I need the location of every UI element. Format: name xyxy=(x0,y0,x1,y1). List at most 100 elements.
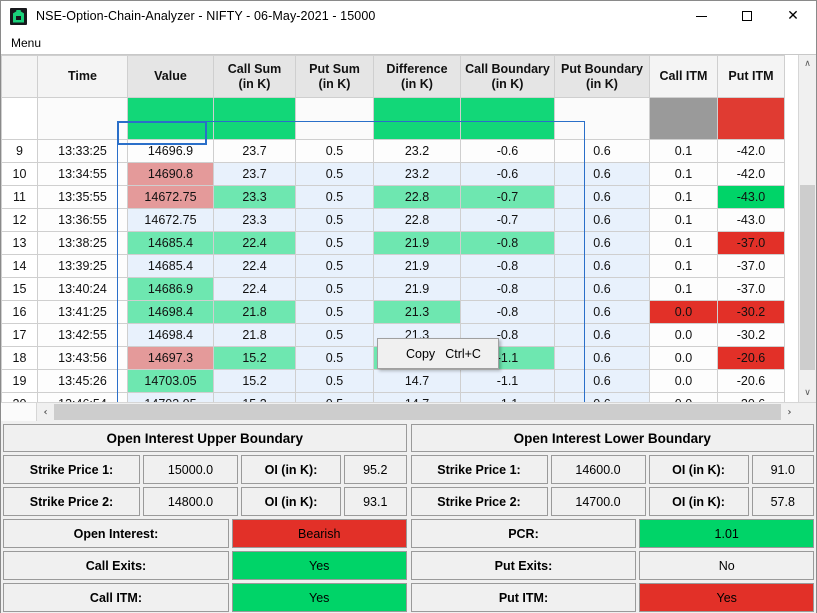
cell-call_sum[interactable]: 21.8 xyxy=(213,323,296,347)
column-header-put-itm[interactable]: Put ITM xyxy=(717,55,785,98)
row-header-index[interactable]: 18 xyxy=(1,346,38,370)
cell-put_itm[interactable]: -20.6 xyxy=(717,346,785,370)
cell-call_itm[interactable]: 0.0 xyxy=(649,369,718,393)
cell-value[interactable]: 14703.05 xyxy=(127,392,214,402)
context-menu[interactable]: Copy Ctrl+C xyxy=(377,338,499,369)
row-header-index[interactable]: 10 xyxy=(1,162,38,186)
row-header-index[interactable]: 12 xyxy=(1,208,38,232)
row-header-index[interactable]: 15 xyxy=(1,277,38,301)
cell-put_boundary[interactable]: 0.6 xyxy=(554,231,650,255)
cell-time[interactable]: 13:36:55 xyxy=(37,208,128,232)
minimize-button[interactable] xyxy=(678,1,724,32)
cell-call_sum[interactable]: 23.3 xyxy=(213,185,296,209)
cell-put_boundary[interactable]: 0.6 xyxy=(554,392,650,402)
cell-time[interactable]: 13:38:25 xyxy=(37,231,128,255)
cell-value[interactable]: 14698.4 xyxy=(127,323,214,347)
cell-call_itm[interactable]: 0.1 xyxy=(649,231,718,255)
scroll-left-button[interactable]: ‹ xyxy=(37,403,54,421)
cell-value[interactable]: 14672.75 xyxy=(127,185,214,209)
table-row[interactable]: 11 13:35:55 14672.75 23.3 0.5 22.8 -0.7 0.6 0.1-… xyxy=(1,185,785,209)
cell-value[interactable]: 14685.4 xyxy=(127,254,214,278)
table-row[interactable]: 12 13:36:55 14672.75 23.3 0.5 22.8 -0.7 0.6 0.1-… xyxy=(1,208,785,232)
cell-call_itm[interactable]: 0.1 xyxy=(649,139,718,163)
horizontal-scroll-track[interactable] xyxy=(54,403,781,421)
cell-call_sum[interactable]: 23.3 xyxy=(213,208,296,232)
cell-call_itm[interactable]: 0.0 xyxy=(649,392,718,402)
cell-call_itm[interactable]: 0.1 xyxy=(649,185,718,209)
scroll-up-button[interactable]: ∧ xyxy=(799,55,816,73)
cell-call_boundary[interactable]: -0.8 xyxy=(460,277,555,301)
column-header-call-sum[interactable]: Call Sum (in K) xyxy=(213,55,296,98)
table-row[interactable]: 13 13:38:25 14685.4 22.4 0.5 21.9 -0.8 0.6 0.1 -3… xyxy=(1,231,785,255)
cell-put_itm[interactable]: -30.2 xyxy=(717,300,785,324)
cell-difference[interactable]: 21.9 xyxy=(373,231,461,255)
cell-call_itm[interactable]: 0.1 xyxy=(649,254,718,278)
cell-difference[interactable]: 14.7 xyxy=(373,392,461,402)
row-header-index[interactable]: 19 xyxy=(1,369,38,393)
cell-call_itm[interactable]: 0.1 xyxy=(649,277,718,301)
cell-time[interactable]: 13:46:54 xyxy=(37,392,128,402)
cell-call_sum[interactable]: 23.7 xyxy=(213,139,296,163)
maximize-button[interactable] xyxy=(724,1,770,32)
table-row[interactable]: 16 13:41:25 14698.4 21.8 0.5 21.3 -0.8 0.6 0.0 -3… xyxy=(1,300,785,324)
cell-value[interactable]: 14690.8 xyxy=(127,162,214,186)
cell-call_sum[interactable]: 22.4 xyxy=(213,277,296,301)
scroll-down-button[interactable]: ∨ xyxy=(799,384,816,402)
row-header-index[interactable]: 11 xyxy=(1,185,38,209)
cell-put_sum[interactable]: 0.5 xyxy=(295,185,374,209)
cell-put_boundary[interactable]: 0.6 xyxy=(554,300,650,324)
row-header-index[interactable]: 17 xyxy=(1,323,38,347)
cell-time[interactable]: 13:35:55 xyxy=(37,185,128,209)
horizontal-scrollbar[interactable]: ‹ › xyxy=(1,402,816,421)
cell-call_boundary[interactable]: -0.6 xyxy=(460,162,555,186)
cell-put_boundary[interactable]: 0.6 xyxy=(554,277,650,301)
table-row[interactable]: 19 13:45:26 14703.05 15.2 0.5 14.7 -1.1 0.6 0.0-… xyxy=(1,369,785,393)
scroll-right-button[interactable]: › xyxy=(781,403,798,421)
column-header-time[interactable]: Time xyxy=(37,55,128,98)
menu-item-menu[interactable]: Menu xyxy=(7,34,45,52)
cell-put_sum[interactable]: 0.5 xyxy=(295,254,374,278)
cell-difference[interactable]: 21.3 xyxy=(373,300,461,324)
cell-difference[interactable]: 21.9 xyxy=(373,277,461,301)
column-header-put-boundary[interactable]: Put Boundary (in K) xyxy=(554,55,650,98)
cell-put_boundary[interactable]: 0.6 xyxy=(554,346,650,370)
cell-put_boundary[interactable]: 0.6 xyxy=(554,254,650,278)
cell-put_sum[interactable]: 0.5 xyxy=(295,323,374,347)
cell-call_sum[interactable]: 15.2 xyxy=(213,369,296,393)
cell-value[interactable]: 14703.05 xyxy=(127,369,214,393)
cell-call_itm[interactable]: 0.1 xyxy=(649,162,718,186)
vertical-scrollbar[interactable]: ∧ ∨ xyxy=(798,55,816,402)
cell-time[interactable]: 13:43:56 xyxy=(37,346,128,370)
vertical-scroll-thumb[interactable] xyxy=(800,185,815,370)
cell-call_boundary[interactable]: -1.1 xyxy=(460,392,555,402)
cell-value[interactable]: 14698.4 xyxy=(127,300,214,324)
cell-call_boundary[interactable]: -0.6 xyxy=(460,139,555,163)
cell-put_sum[interactable]: 0.5 xyxy=(295,300,374,324)
table-row[interactable]: 14 13:39:25 14685.4 22.4 0.5 21.9 -0.8 0.6 0.1 -3… xyxy=(1,254,785,278)
column-header-put-sum[interactable]: Put Sum (in K) xyxy=(295,55,374,98)
cell-call_sum[interactable]: 21.8 xyxy=(213,300,296,324)
cell-time[interactable]: 13:41:25 xyxy=(37,300,128,324)
cell-put_sum[interactable]: 0.5 xyxy=(295,369,374,393)
cell-call_boundary[interactable]: -0.8 xyxy=(460,254,555,278)
cell-put_sum[interactable]: 0.5 xyxy=(295,346,374,370)
cell-time[interactable]: 13:40:24 xyxy=(37,277,128,301)
cell-put_itm[interactable]: -20.6 xyxy=(717,369,785,393)
cell-put_sum[interactable]: 0.5 xyxy=(295,162,374,186)
cell-put_itm[interactable]: -43.0 xyxy=(717,208,785,232)
cell-difference[interactable]: 22.8 xyxy=(373,208,461,232)
cell-put_boundary[interactable]: 0.6 xyxy=(554,208,650,232)
cell-put_itm[interactable]: -43.0 xyxy=(717,185,785,209)
table-row[interactable]: 10 13:34:55 14690.8 23.7 0.5 23.2 -0.6 0.6 0.1 -4… xyxy=(1,162,785,186)
cell-time[interactable]: 13:45:26 xyxy=(37,369,128,393)
cell-difference[interactable]: 23.2 xyxy=(373,139,461,163)
table-row[interactable]: 9 13:33:25 14696.9 23.7 0.5 23.2 -0.6 0.6 0.1 -42… xyxy=(1,139,785,163)
cell-put_sum[interactable]: 0.5 xyxy=(295,277,374,301)
cell-put_itm[interactable]: -42.0 xyxy=(717,162,785,186)
cell-put_itm[interactable]: -37.0 xyxy=(717,254,785,278)
cell-put_itm[interactable]: -37.0 xyxy=(717,231,785,255)
cell-put_itm[interactable]: -30.2 xyxy=(717,323,785,347)
context-menu-item-copy[interactable]: Copy xyxy=(406,347,435,361)
cell-difference[interactable]: 21.9 xyxy=(373,254,461,278)
cell-time[interactable]: 13:42:55 xyxy=(37,323,128,347)
